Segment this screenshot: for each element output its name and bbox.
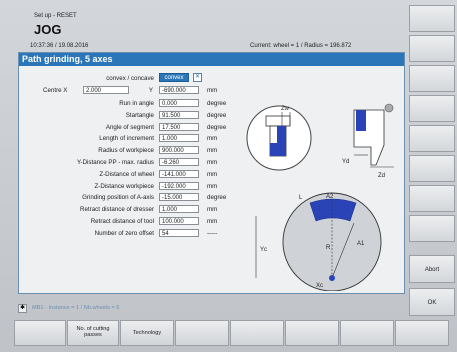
param-field[interactable]: 1.000 [159, 205, 199, 214]
convex-select[interactable]: convex [159, 73, 189, 82]
param-field[interactable]: -15.000 [159, 193, 199, 202]
param-field[interactable]: 0.000 [159, 99, 199, 107]
param-unit: ----- [207, 229, 218, 237]
param-unit: mm [207, 218, 218, 225]
label-yd: Yd [342, 159, 349, 165]
path-grinding-panel: Path grinding, 5 axes convex / concave c… [18, 52, 405, 294]
technology-button[interactable]: Technology [120, 320, 174, 346]
vsk-2[interactable] [409, 35, 455, 62]
param-unit: degree [207, 123, 227, 131]
centre-y-label: Y [148, 87, 153, 94]
label-yc: Yc [260, 247, 267, 253]
param-field[interactable]: 100.000 [159, 217, 199, 225]
vsk-5[interactable] [409, 125, 455, 152]
centre-label: Centre X [43, 87, 68, 94]
param-field[interactable]: 54 [159, 228, 199, 237]
label-r: R [326, 245, 331, 251]
param-label: Length of increment [99, 135, 154, 143]
param-label: Run in angle [119, 100, 154, 107]
param-unit: mm [207, 159, 218, 166]
hsk-6[interactable] [285, 320, 339, 346]
cutting-passes-button[interactable]: No. of cutting passes [67, 320, 119, 346]
hsk-4[interactable] [175, 320, 229, 346]
convex-toggle-icon[interactable]: ✕ [193, 73, 202, 82]
label-xc: Xc [316, 283, 323, 289]
vsk-3[interactable] [409, 65, 455, 92]
vsk-1[interactable] [409, 5, 455, 32]
ok-button[interactable]: OK [409, 288, 455, 316]
vsk-7[interactable] [409, 185, 455, 212]
param-label: Retract distance of dresser [80, 206, 154, 214]
param-unit: mm [207, 206, 218, 214]
vsk-8[interactable] [409, 215, 455, 242]
param-field[interactable]: 1.000 [159, 134, 199, 143]
current-wheel-info: Current: wheel = 1 / Radius = 196.872 [250, 43, 352, 49]
param-label: Y-Distance PP - max. radius [76, 159, 154, 166]
operating-mode: Set up - RESET [34, 13, 77, 19]
param-unit: degree [207, 194, 227, 202]
label-a1: A1 [357, 241, 365, 247]
centre-unit: mm [207, 87, 218, 94]
param-label: Startangle [125, 111, 154, 119]
centre-y-field[interactable]: -690.000 [159, 86, 199, 94]
hsk-7[interactable] [340, 320, 394, 346]
param-label: Radius of workpiece [98, 147, 154, 155]
mode-title: JOG [34, 22, 62, 37]
label-l: L [299, 195, 303, 201]
param-label: Angle of segment [105, 123, 154, 131]
param-field[interactable]: 17.500 [159, 122, 199, 131]
centre-x-field[interactable]: 2.000 [83, 86, 129, 94]
param-unit: degree [207, 111, 227, 119]
hsk-5[interactable] [230, 320, 284, 346]
status-text: MB1 - Instance = 1 / Nb.wheels = 5 [32, 305, 120, 311]
datetime: 10:37:36 / 19.08.2016 [30, 43, 89, 49]
status-icon: ✱ [18, 304, 27, 313]
label-a2: A2 [326, 194, 334, 200]
abort-button[interactable]: Abort [409, 255, 455, 283]
geometry-diagram: Zw Yd Zd L A2 Yc R A1 Xc [246, 103, 394, 291]
convex-label: convex / concave [106, 75, 154, 82]
param-unit: degree [207, 100, 227, 107]
vsk-6[interactable] [409, 155, 455, 182]
param-field[interactable]: 91.500 [159, 110, 199, 119]
panel-title: Path grinding, 5 axes [19, 53, 404, 66]
param-unit: mm [207, 135, 218, 143]
hsk-1[interactable] [14, 320, 66, 346]
hsk-8[interactable] [395, 320, 449, 346]
vsk-4[interactable] [409, 95, 455, 122]
param-label: Z-Distance of wheel [99, 170, 154, 178]
param-field[interactable]: -192.000 [159, 181, 199, 190]
label-zd: Zd [378, 173, 385, 179]
status-bar: ✱ MB1 - Instance = 1 / Nb.wheels = 5 [18, 303, 403, 315]
param-label: Retract distance of tool [90, 218, 154, 225]
param-field[interactable]: -6.260 [159, 158, 199, 166]
param-label: Z-Distance workpiece [94, 182, 155, 190]
param-label: Grinding position of A-axis [82, 194, 154, 202]
label-zw: Zw [281, 106, 290, 112]
param-field[interactable]: 900.000 [159, 146, 199, 155]
param-unit: mm [207, 170, 218, 178]
param-unit: mm [207, 147, 218, 155]
param-label: Number of zero offset [94, 229, 154, 237]
screen: Set up - RESET JOG 10:37:36 / 19.08.2016… [0, 0, 457, 352]
param-field[interactable]: -141.000 [159, 169, 199, 178]
param-unit: mm [207, 182, 218, 190]
